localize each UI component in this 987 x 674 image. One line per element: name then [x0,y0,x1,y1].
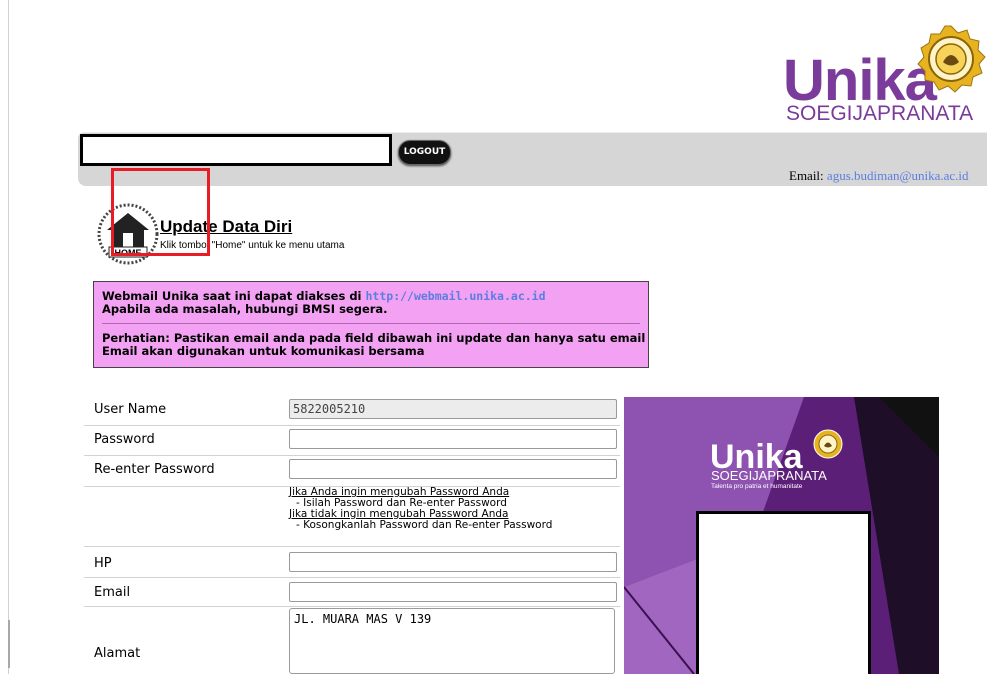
notice-box: Webmail Unika saat ini dapat diakses di … [93,281,649,368]
row-divider [84,425,620,426]
reenter-password-label: Re-enter Password [94,462,215,477]
row-divider [84,577,620,578]
row-divider [84,455,620,456]
notice-line-2: Apabila ada masalah, hubungi BMSI segera… [102,302,388,316]
notice-divider [102,323,640,324]
hp-field[interactable] [289,552,617,572]
highlight-box [111,168,210,256]
card-seal-icon [813,429,843,459]
hp-label: HP [94,556,112,571]
card-logo-soegijapranata: SOEGIJAPRANATA [711,468,827,483]
password-label: Password [94,432,155,447]
notice-line-1-text: Webmail Unika saat ini dapat diakses di [102,289,366,303]
browser-edge [8,0,9,674]
username-label: User Name [94,402,167,417]
username-field[interactable]: 5822005210 [289,399,617,419]
alamat-textarea[interactable]: JL. MUARA MAS V 139 [289,608,615,674]
webmail-link[interactable]: http://webmail.unika.ac.id [366,289,546,303]
card-tagline: Talenta pro patria et humanitate [711,483,803,490]
alamat-label: Alamat [94,646,141,661]
password-field[interactable] [289,429,617,449]
photo-frame[interactable] [696,511,871,674]
top-bar-text-field[interactable] [80,134,392,166]
email-field-label: Email [94,585,131,600]
user-email-info: Email: agus.budiman@unika.ac.id [789,168,969,184]
user-email-link[interactable]: agus.budiman@unika.ac.id [827,168,969,183]
reenter-password-field[interactable] [289,459,617,479]
browser-scroll-edge [8,620,10,668]
row-divider [84,546,620,547]
university-seal-icon [917,25,986,93]
row-divider [84,606,620,607]
logo-soegijapranata: SOEGIJAPRANATA [786,102,974,125]
email-field[interactable] [289,582,617,602]
email-label: Email: [789,168,824,183]
notice-line-4: Email akan digunakan untuk komunikasi be… [102,344,425,358]
help-line-4: - Kosongkanlah Password dan Re-enter Pas… [296,519,553,531]
logout-button[interactable]: LOGOUT [398,140,451,165]
